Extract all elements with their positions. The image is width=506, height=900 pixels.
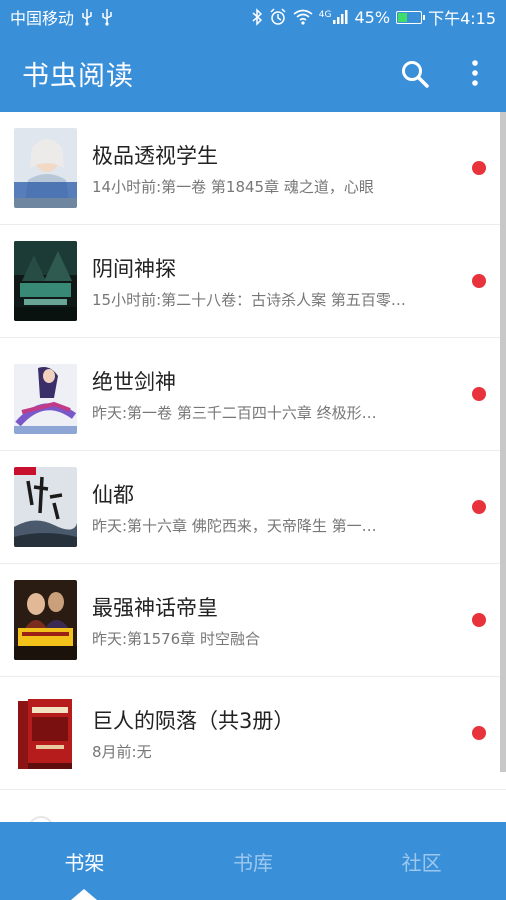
unread-indicator <box>472 387 486 401</box>
unread-indicator <box>472 726 486 740</box>
book-cover-image <box>14 354 77 434</box>
book-latest-chapter: 昨天:第一卷 第三千二百四十六章 终极形… <box>92 404 377 422</box>
book-cover-image <box>14 467 77 547</box>
book-item[interactable]: 阴间神探 15小时前:第二十八卷：古诗杀人案 第五百零… <box>0 225 506 338</box>
app-bar: 书虫阅读 <box>0 34 506 112</box>
tab-label: 书库 <box>233 850 273 875</box>
alarm-icon <box>269 8 287 26</box>
unread-indicator <box>472 500 486 514</box>
book-latest-chapter: 昨天:第1576章 时空融合 <box>92 630 260 648</box>
tab-bookshelf[interactable]: 书架 <box>0 822 169 900</box>
book-cover-image <box>14 128 77 208</box>
book-title: 绝世剑神 <box>92 370 176 394</box>
usb-icon <box>80 8 94 26</box>
battery-icon <box>396 10 426 24</box>
signal-icon: 4G <box>319 10 349 24</box>
clock-label: 下午4:15 <box>428 9 496 28</box>
book-title: 极品透视学生 <box>92 144 218 168</box>
status-bar: 中国移动 4G 45% 下午4:15 <box>0 0 506 34</box>
book-latest-chapter: 15小时前:第二十八卷：古诗杀人案 第五百零… <box>92 291 406 309</box>
tab-label: 书架 <box>64 850 105 875</box>
search-icon <box>402 61 429 88</box>
book-title: 最强神话帝皇 <box>92 596 218 620</box>
book-item[interactable]: 极品透视学生 14小时前:第一卷 第1845章 魂之道，心眼 <box>0 112 506 225</box>
list-item-partial <box>0 790 506 822</box>
unread-indicator <box>472 274 486 288</box>
unread-indicator <box>472 613 486 627</box>
battery-percent-label: 45% <box>354 7 391 27</box>
more-options-button[interactable] <box>462 58 488 88</box>
book-item[interactable]: 绝世剑神 昨天:第一卷 第三千二百四十六章 终极形… <box>0 338 506 451</box>
carrier-label: 中国移动 <box>10 9 75 28</box>
book-title: 仙都 <box>92 483 134 507</box>
book-latest-chapter: 8月前:无 <box>92 743 152 761</box>
wifi-icon <box>293 9 313 25</box>
tab-label: 社区 <box>401 850 442 875</box>
bottom-navigation: 书架 书库 社区 <box>0 822 506 900</box>
unread-indicator <box>472 161 486 175</box>
bluetooth-icon <box>251 8 263 26</box>
book-item[interactable]: 仙都 昨天:第十六章 佛陀西来，天帝降生 第一… <box>0 451 506 564</box>
book-item[interactable]: 巨人的陨落（共3册） 8月前:无 <box>0 677 506 790</box>
book-title: 阴间神探 <box>92 257 176 281</box>
usb-icon <box>100 8 114 26</box>
book-cover-image <box>14 241 77 321</box>
network-type-label: 4G <box>318 10 332 20</box>
tab-community[interactable]: 社区 <box>337 822 506 900</box>
search-button[interactable] <box>400 59 430 89</box>
tab-library[interactable]: 书库 <box>169 822 338 900</box>
book-cover-image <box>14 580 77 660</box>
more-vert-icon <box>472 60 478 86</box>
book-latest-chapter: 14小时前:第一卷 第1845章 魂之道，心眼 <box>92 178 374 196</box>
screen: 中国移动 4G 45% 下午4:15 书虫阅读 极品透视学生 14小时前:第一卷… <box>0 0 506 900</box>
book-cover-image <box>14 693 77 773</box>
active-tab-indicator <box>71 889 98 900</box>
bookshelf-list: 极品透视学生 14小时前:第一卷 第1845章 魂之道，心眼 阴间神探 15小时… <box>0 112 506 822</box>
book-item[interactable]: 最强神话帝皇 昨天:第1576章 时空融合 <box>0 564 506 677</box>
book-latest-chapter: 昨天:第十六章 佛陀西来，天帝降生 第一… <box>92 517 377 535</box>
book-title: 巨人的陨落（共3册） <box>92 709 295 733</box>
battery-level <box>398 12 407 22</box>
scrollbar[interactable] <box>500 112 506 772</box>
app-title: 书虫阅读 <box>22 60 134 92</box>
